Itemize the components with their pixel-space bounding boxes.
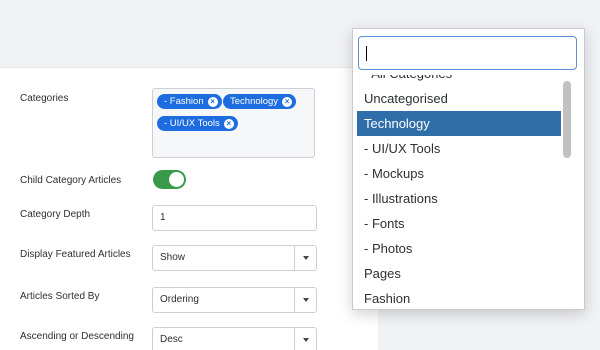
- option-pages[interactable]: Pages: [357, 261, 561, 286]
- tag-technology: Technology ×: [223, 94, 297, 109]
- remove-tag-icon[interactable]: ×: [207, 96, 218, 107]
- option-photos[interactable]: - Photos: [357, 236, 561, 261]
- featured-label: Display Featured Articles: [20, 249, 131, 260]
- child-articles-label: Child Category Articles: [20, 175, 122, 186]
- option-illustrations[interactable]: - Illustrations: [357, 186, 561, 211]
- tag-label: Technology: [230, 96, 279, 107]
- order-value: Desc: [160, 334, 183, 345]
- dropdown-scrollbar[interactable]: [562, 79, 572, 309]
- depth-input[interactable]: 1: [152, 205, 317, 231]
- scrollbar-thumb[interactable]: [563, 81, 571, 158]
- category-dropdown: - All Categories Uncategorised Technolog…: [352, 28, 585, 310]
- sorted-select[interactable]: Ordering: [152, 287, 317, 313]
- order-label: Ascending or Descending: [20, 331, 134, 342]
- featured-value: Show: [160, 252, 186, 263]
- chevron-down-icon: [294, 246, 316, 270]
- option-technology[interactable]: Technology: [357, 111, 561, 136]
- option-uncategorised[interactable]: Uncategorised: [357, 86, 561, 111]
- text-caret: [366, 46, 367, 61]
- tag-label: - Fashion: [164, 96, 204, 107]
- dropdown-search-input[interactable]: [358, 36, 577, 70]
- option-ui-ux-tools[interactable]: - UI/UX Tools: [357, 136, 561, 161]
- tag-ui-ux-tools: - UI/UX Tools ×: [157, 116, 238, 131]
- option-all-categories[interactable]: - All Categories: [357, 75, 561, 86]
- remove-tag-icon[interactable]: ×: [282, 96, 293, 107]
- option-mockups[interactable]: - Mockups: [357, 161, 561, 186]
- dropdown-options: - All Categories Uncategorised Technolog…: [357, 75, 561, 310]
- option-fashion[interactable]: Fashion: [357, 286, 561, 310]
- toggle-knob: [169, 172, 184, 187]
- option-fonts[interactable]: - Fonts: [357, 211, 561, 236]
- remove-tag-icon[interactable]: ×: [223, 118, 234, 129]
- tag-label: - UI/UX Tools: [164, 118, 220, 129]
- child-articles-toggle[interactable]: [153, 170, 186, 189]
- depth-value: 1: [160, 212, 166, 223]
- chevron-down-icon: [294, 328, 316, 350]
- sorted-value: Ordering: [160, 294, 199, 305]
- categories-tag-input[interactable]: - Fashion × Technology × - UI/UX Tools ×: [152, 88, 315, 158]
- depth-label: Category Depth: [20, 209, 91, 220]
- order-select[interactable]: Desc: [152, 327, 317, 350]
- categories-label: Categories: [20, 93, 69, 104]
- sorted-label: Articles Sorted By: [20, 291, 100, 302]
- featured-select[interactable]: Show: [152, 245, 317, 271]
- chevron-down-icon: [294, 288, 316, 312]
- tag-fashion: - Fashion ×: [157, 94, 222, 109]
